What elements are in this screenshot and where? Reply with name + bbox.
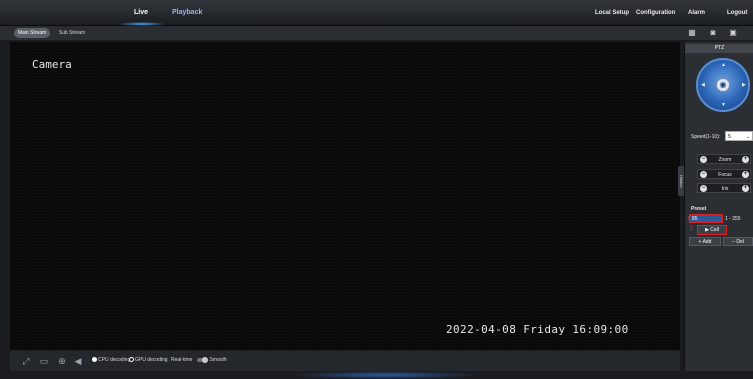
radio-icon: [92, 357, 97, 363]
smooth-option[interactable]: Smooth: [197, 356, 227, 363]
focus-near-button[interactable]: −: [700, 171, 707, 178]
arrow-down-icon[interactable]: ▼: [721, 102, 726, 108]
focus-label: Focus: [718, 172, 732, 178]
zoom-label: Zoom: [718, 157, 732, 163]
ptz-panel: PTZ ▲ ▼ ◀ ▶ ◉ Speed(1-10): 5 ⌄ − Zoom + …: [684, 42, 753, 371]
speed-label: Speed(1-10):: [691, 134, 721, 140]
preset-range: 1 - 255: [725, 216, 741, 222]
add-preset-button[interactable]: + Add: [689, 237, 721, 246]
ptz-title: PTZ: [685, 44, 753, 53]
nav-live[interactable]: Live: [134, 9, 148, 16]
footer-glow: [290, 371, 480, 379]
delete-preset-button[interactable]: − Del: [723, 237, 753, 246]
arrow-left-icon[interactable]: ◀: [701, 82, 705, 88]
record-icon[interactable]: ▣: [728, 28, 738, 38]
annotation-marker-1: 1: [687, 216, 690, 222]
iris-close-button[interactable]: −: [700, 185, 707, 192]
arrow-right-icon[interactable]: ▶: [742, 82, 746, 88]
screen-ratio-icon[interactable]: ▭: [38, 355, 50, 367]
live-video-view[interactable]: Camera 2022-04-08 Friday 16:09:00: [10, 42, 680, 350]
gpu-decoding-option[interactable]: GPU decoding: [129, 357, 168, 363]
call-preset-button[interactable]: ▶ Call: [697, 225, 727, 235]
fullscreen-icon[interactable]: ⤢: [20, 355, 32, 367]
focus-far-button[interactable]: +: [742, 171, 749, 178]
nav-playback[interactable]: Playback: [172, 9, 202, 16]
preset-label: Preset: [691, 206, 707, 212]
gpu-decoding-label: GPU decoding: [135, 357, 168, 363]
chevron-down-icon: ⌄: [745, 134, 750, 140]
speed-select[interactable]: 5 ⌄: [725, 131, 753, 141]
ptz-joystick[interactable]: ▲ ▼ ◀ ▶ ◉: [696, 58, 750, 112]
nav-local-setup[interactable]: Local Setup: [595, 10, 629, 16]
cpu-decoding-option[interactable]: CPU decoding: [92, 357, 130, 363]
realtime-label: Real-time: [171, 357, 193, 363]
zoom-in-icon[interactable]: ⊕: [56, 355, 68, 367]
iris-open-button[interactable]: +: [742, 185, 749, 192]
nav-alarm[interactable]: Alarm: [688, 10, 705, 16]
sub-stream-button[interactable]: Sub Stream: [54, 28, 90, 38]
mute-icon[interactable]: ◀: [72, 355, 84, 367]
annotation-marker-2: 2: [690, 226, 693, 232]
capture-icon[interactable]: ▦: [687, 28, 697, 38]
iris-label: Iris: [721, 186, 729, 192]
toggle-icon: [197, 356, 208, 363]
snapshot-icon[interactable]: ◙: [708, 28, 718, 38]
zoom-out-button[interactable]: −: [700, 156, 707, 163]
top-navigation-bar: Live Playback Local Setup Configuration …: [0, 0, 753, 26]
iris-control: − Iris +: [697, 183, 751, 193]
video-control-bar: ⤢ ▭ ⊕ ◀ CPU decoding GPU decoding Real-t…: [10, 351, 680, 371]
nav-configuration[interactable]: Configuration: [636, 10, 675, 16]
smooth-label: Smooth: [209, 357, 227, 363]
zoom-in-button[interactable]: +: [742, 156, 749, 163]
osd-datetime: 2022-04-08 Friday 16:09:00: [446, 323, 629, 336]
auto-scan-icon[interactable]: ◉: [716, 78, 730, 92]
osd-camera-name: Camera: [32, 58, 72, 71]
focus-control: − Focus +: [697, 169, 751, 179]
zoom-control: − Zoom +: [697, 154, 751, 164]
nav-logout[interactable]: Logout: [727, 10, 747, 16]
arrow-up-icon[interactable]: ▲: [721, 62, 726, 68]
radio-icon: [129, 357, 134, 363]
stream-toolbar: Main Stream Sub Stream ▦ ◙ ▣: [0, 26, 753, 40]
preset-input[interactable]: 85: [689, 214, 723, 223]
main-stream-button[interactable]: Main Stream: [14, 28, 50, 38]
speed-value: 5: [728, 134, 731, 140]
cpu-decoding-label: CPU decoding: [98, 357, 131, 363]
